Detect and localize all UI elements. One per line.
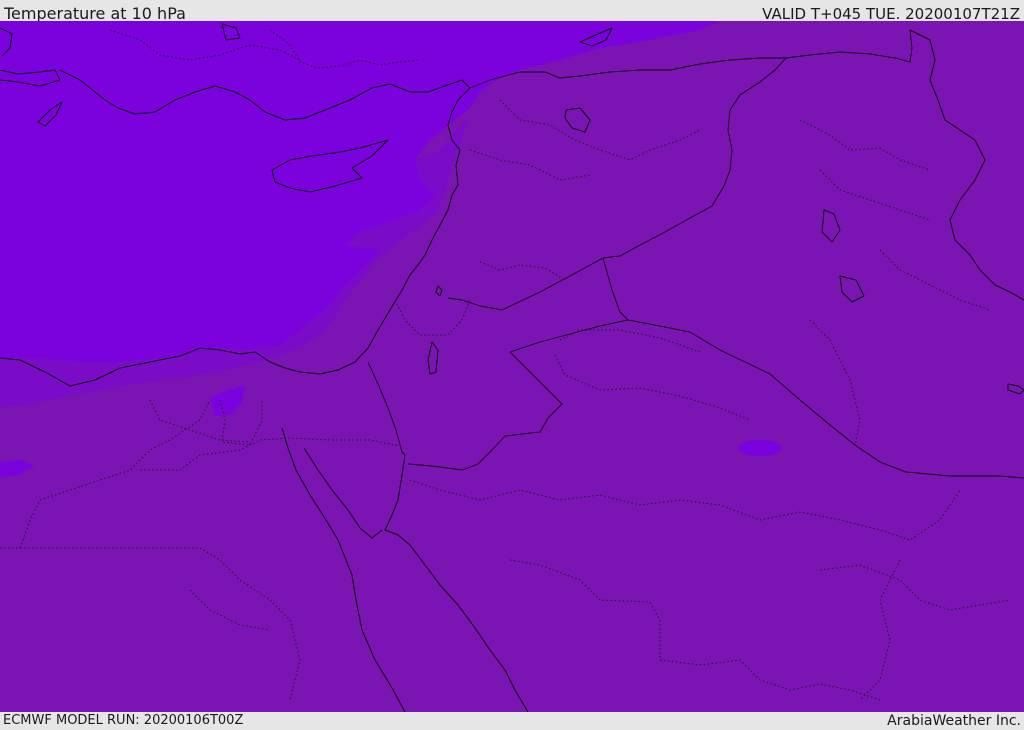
header-bar: Temperature at 10 hPa VALID T+045 TUE. 2…	[0, 0, 1024, 23]
footer-bar: ECMWF MODEL RUN: 20200106T00Z ArabiaWeat…	[0, 712, 1024, 729]
map-panel[interactable]	[0, 21, 1024, 712]
cold-pocket-iraq	[738, 440, 782, 456]
model-run-label: ECMWF MODEL RUN: 20200106T00Z	[3, 713, 244, 728]
weather-map[interactable]	[0, 21, 1024, 712]
credit-label: ArabiaWeather Inc.	[887, 713, 1021, 729]
